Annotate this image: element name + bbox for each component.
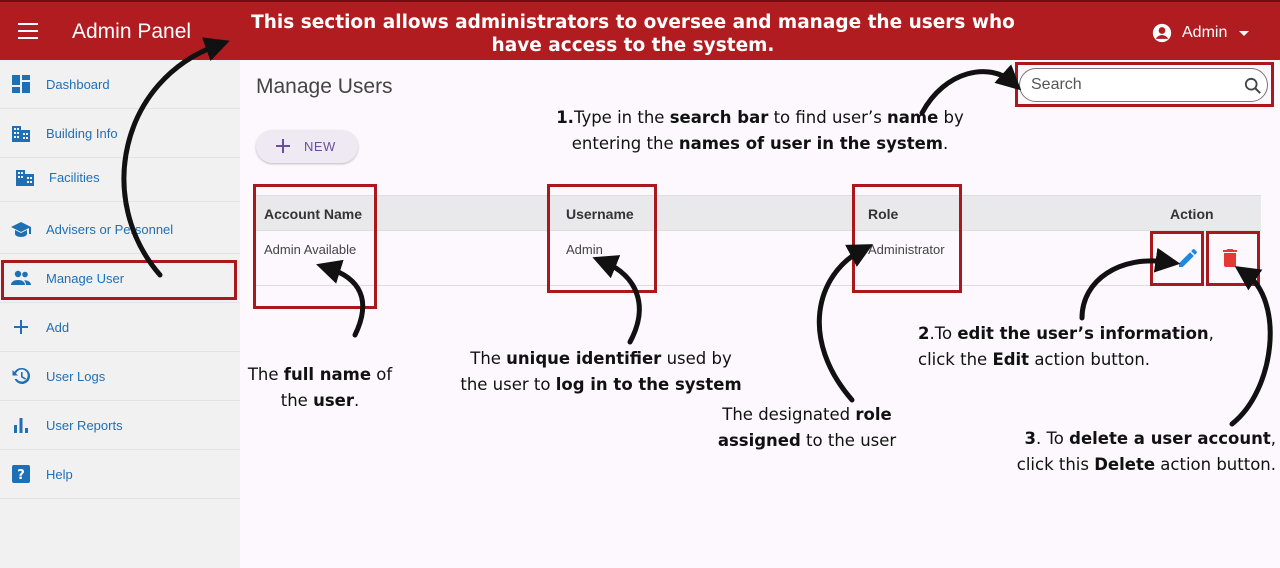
sidebar-item-help[interactable]: ? Help bbox=[0, 450, 240, 499]
account-circle-icon bbox=[1152, 23, 1172, 43]
table-header: Account Name Username Role Action bbox=[256, 195, 1261, 231]
sidebar-item-label: Dashboard bbox=[46, 76, 110, 92]
sidebar-item-dashboard[interactable]: Dashboard bbox=[0, 60, 240, 109]
sidebar-item-user-reports[interactable]: User Reports bbox=[0, 401, 240, 450]
annotation-banner: This section allows administrators to ov… bbox=[251, 12, 1015, 56]
user-menu[interactable]: Admin bbox=[1152, 22, 1250, 44]
sidebar-item-advisers[interactable]: Advisers or Personnel bbox=[0, 205, 240, 254]
dashboard-icon bbox=[12, 75, 30, 93]
highlight-username bbox=[547, 184, 657, 293]
sidebar-item-label: Facilities bbox=[49, 169, 100, 185]
note-search: 1.Type in the search bar to find user’s … bbox=[556, 108, 964, 153]
sidebar-item-building-info[interactable]: Building Info bbox=[0, 109, 240, 158]
facilities-icon bbox=[16, 170, 34, 186]
sidebar-item-label: Building Info bbox=[46, 125, 118, 141]
plus-icon bbox=[14, 320, 28, 334]
sidebar-item-user-logs[interactable]: User Logs bbox=[0, 352, 240, 401]
note-role: The designated role assigned to the user bbox=[717, 405, 897, 450]
chevron-down-icon bbox=[1239, 30, 1250, 36]
highlight-edit-button bbox=[1150, 231, 1204, 286]
sidebar-item-label: Help bbox=[46, 466, 73, 482]
sidebar-item-label: Advisers or Personnel bbox=[46, 221, 174, 237]
user-name: Admin bbox=[1182, 24, 1228, 41]
sidebar-item-label: User Reports bbox=[46, 417, 123, 433]
sidebar-item-facilities[interactable]: Facilities bbox=[0, 153, 240, 202]
history-icon bbox=[12, 367, 31, 384]
plus-icon bbox=[276, 139, 290, 153]
new-button-label: NEW bbox=[304, 139, 336, 154]
hamburger-menu-icon[interactable] bbox=[18, 23, 38, 39]
sidebar-item-add[interactable]: Add bbox=[0, 303, 240, 352]
app-title: Admin Panel bbox=[72, 20, 192, 43]
bar-chart-icon bbox=[14, 418, 28, 433]
note-full-name: The full name of the user. bbox=[247, 365, 393, 410]
sidebar-item-label: User Logs bbox=[46, 368, 106, 384]
highlight-role bbox=[852, 184, 962, 293]
new-user-button[interactable]: NEW bbox=[256, 130, 358, 163]
note-unique-identifier: The unique identifier used by the user t… bbox=[460, 349, 742, 394]
highlight-manage-user bbox=[1, 260, 237, 300]
page-title: Manage Users bbox=[256, 75, 393, 98]
app-bar: Admin Panel This section allows administ… bbox=[0, 0, 1280, 60]
table-row: Admin Available Admin Administrator bbox=[256, 231, 1261, 286]
sidebar: Dashboard Building Info Facilities Advis… bbox=[0, 60, 240, 568]
svg-text:?: ? bbox=[17, 468, 25, 483]
note-delete: 3. To delete a user account, click this … bbox=[1016, 429, 1276, 474]
note-edit: 2.To edit the user’s information, click … bbox=[918, 324, 1214, 369]
highlight-search-bar bbox=[1015, 62, 1274, 107]
building-icon bbox=[12, 126, 30, 142]
sidebar-item-label: Add bbox=[46, 319, 70, 335]
highlight-account-name bbox=[253, 184, 377, 309]
help-icon: ? bbox=[12, 465, 30, 483]
highlight-delete-button bbox=[1206, 231, 1260, 286]
graduation-cap-icon bbox=[11, 222, 31, 237]
column-header-action: Action bbox=[1170, 206, 1214, 222]
